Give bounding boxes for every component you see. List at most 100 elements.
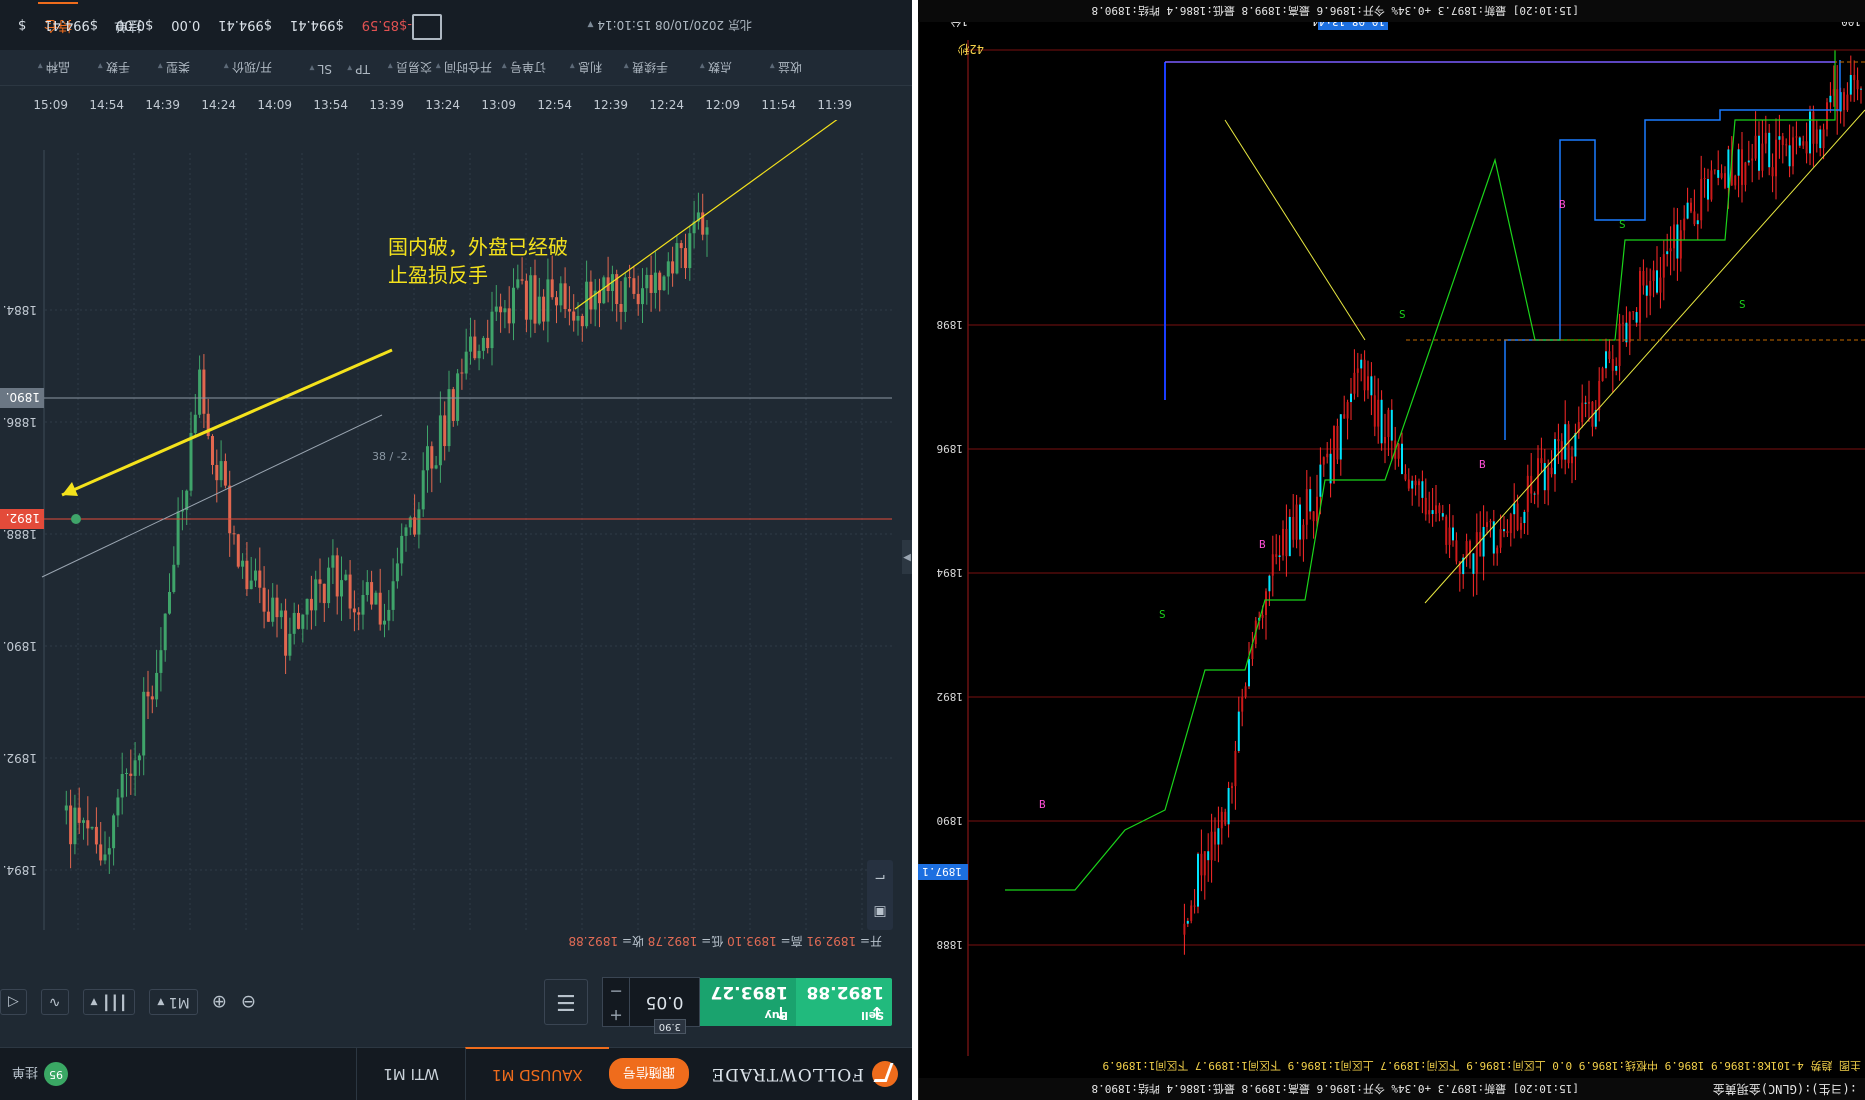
terminal-candle	[1526, 464, 1529, 535]
candle	[112, 813, 116, 866]
blue-step-line	[1504, 60, 1841, 440]
menu-icon[interactable]: ☰	[544, 979, 588, 1025]
terminal-title: :(ヨ生):(GLNC)金現黄金	[1713, 1082, 1857, 1097]
candle	[632, 265, 636, 299]
terminal-candle	[1571, 446, 1573, 484]
candle	[529, 266, 533, 338]
candle	[610, 265, 614, 312]
column-header[interactable]: 交易员	[388, 59, 432, 76]
candle	[688, 225, 692, 281]
column-header[interactable]: 手续费	[624, 59, 668, 76]
zoom-out-icon[interactable]: ⊖	[241, 992, 256, 1013]
candle	[258, 547, 262, 604]
timeframe-selector[interactable]: M1 ▾	[149, 989, 198, 1015]
column-header[interactable]: 开/现价	[224, 59, 272, 76]
terminal-candle	[1826, 98, 1828, 137]
server-clock[interactable]: 北京 2020/10/08 15:10:14	[587, 17, 752, 34]
terminal-candle	[1543, 448, 1546, 504]
candle	[94, 807, 98, 854]
terminal-candle	[1271, 535, 1274, 597]
candle	[473, 319, 477, 361]
terminal-candle	[1798, 136, 1801, 148]
terminal-candle	[1513, 483, 1516, 539]
time-axis-label: 14:24	[201, 98, 236, 112]
terminal-candle	[1346, 399, 1349, 440]
terminal-candle	[1506, 519, 1509, 537]
price-axis-label: 1884.	[3, 303, 37, 317]
candle	[82, 817, 85, 840]
candle	[430, 441, 434, 493]
collapse-panel-icon[interactable]: ▶	[902, 540, 912, 574]
candle	[636, 275, 640, 316]
terminal-candle	[1472, 552, 1475, 597]
candle	[69, 789, 73, 869]
terminal-candle	[1503, 516, 1505, 538]
terminal-candle	[1217, 806, 1220, 863]
chart-view-icon[interactable]	[412, 14, 442, 40]
terminal-candle	[1486, 511, 1488, 535]
terminal-candle	[1659, 256, 1662, 309]
terminal-candle	[1741, 131, 1743, 203]
column-header[interactable]: 品种	[38, 59, 70, 76]
column-header[interactable]: 利息	[570, 59, 602, 76]
drawing-tool-icon[interactable]: ◁	[0, 989, 27, 1015]
tab-wti-m1[interactable]: WTI M1	[356, 1048, 465, 1100]
terminal-candle	[1339, 414, 1342, 476]
terminal-candle	[1781, 132, 1784, 164]
column-header[interactable]: SL	[309, 62, 332, 76]
pending-orders-badge[interactable]: 95 挂单	[12, 1062, 69, 1086]
candle	[374, 590, 378, 605]
candle	[146, 670, 150, 719]
terminal-price-label: 1896	[937, 442, 964, 455]
time-axis-label: 13:09	[481, 98, 516, 112]
column-header[interactable]: 类型	[158, 59, 190, 76]
trade-signal-marker: S	[1159, 608, 1166, 621]
terminal-candle	[1397, 443, 1400, 467]
candle	[443, 401, 447, 461]
candle	[598, 278, 601, 328]
terminal-candle	[1458, 561, 1461, 592]
candle	[193, 393, 197, 439]
zoom-in-icon[interactable]: ⊕	[212, 992, 227, 1013]
candle	[477, 344, 481, 371]
terminal-candle	[1815, 120, 1818, 153]
column-header[interactable]: TP	[347, 62, 370, 76]
terminal-candle	[1802, 135, 1805, 150]
column-header[interactable]: 收益	[770, 59, 802, 76]
candle	[516, 264, 520, 290]
crosshair-icon[interactable]: ⌐	[874, 870, 886, 886]
buy-button[interactable]: Buy ↑ 1893.27 3.90	[653, 978, 796, 1034]
terminal-candle	[1210, 813, 1213, 883]
terminal-candle	[1509, 512, 1512, 547]
candle	[417, 502, 421, 549]
increase-lot-icon[interactable]: +	[603, 1002, 629, 1026]
terminal-candle	[1367, 360, 1369, 399]
indicator-icon[interactable]: ∿	[40, 989, 69, 1015]
sell-price-value: 1892.88	[806, 982, 884, 1002]
sell-button[interactable]: Sell ↓ 1892.88	[796, 978, 892, 1026]
candle	[494, 285, 498, 322]
column-header[interactable]: 手数	[98, 59, 130, 76]
terminal-candle	[1414, 475, 1417, 496]
candle	[64, 790, 68, 825]
xauusd-price-chart[interactable]: 1894. 1892. 1890. 1888. 1886. 1884. 1892. 1890…	[0, 120, 912, 960]
follow-signal-button[interactable]: 跟随信号	[608, 1058, 689, 1090]
terminal-candle	[1275, 534, 1278, 565]
candle	[520, 257, 524, 285]
column-header[interactable]: 订单号	[502, 59, 546, 76]
terminal-candle	[1499, 514, 1502, 554]
chart-toolbar: ⊖ ⊕ M1 ▾ ┃┃┃ ▾ ∿ ◁	[0, 989, 270, 1015]
column-header[interactable]: 点数	[700, 59, 732, 76]
platform-logo: FOLLOWTRADE	[711, 1061, 898, 1087]
decrease-lot-icon[interactable]: −	[603, 978, 629, 1002]
tab-xauusd-m1[interactable]: XAUUSD M1	[464, 1047, 609, 1100]
terminal-candle	[1207, 833, 1210, 882]
chart-type-selector[interactable]: ┃┃┃ ▾	[82, 989, 136, 1015]
screenshot-icon[interactable]: ▣	[873, 905, 886, 921]
candle	[696, 192, 700, 230]
terminal-candle	[1479, 511, 1482, 557]
column-header[interactable]: 开仓时间	[436, 59, 492, 76]
lot-size-value[interactable]: 0.05	[630, 992, 699, 1012]
candle	[202, 354, 206, 429]
terminal-candle	[1686, 187, 1689, 220]
